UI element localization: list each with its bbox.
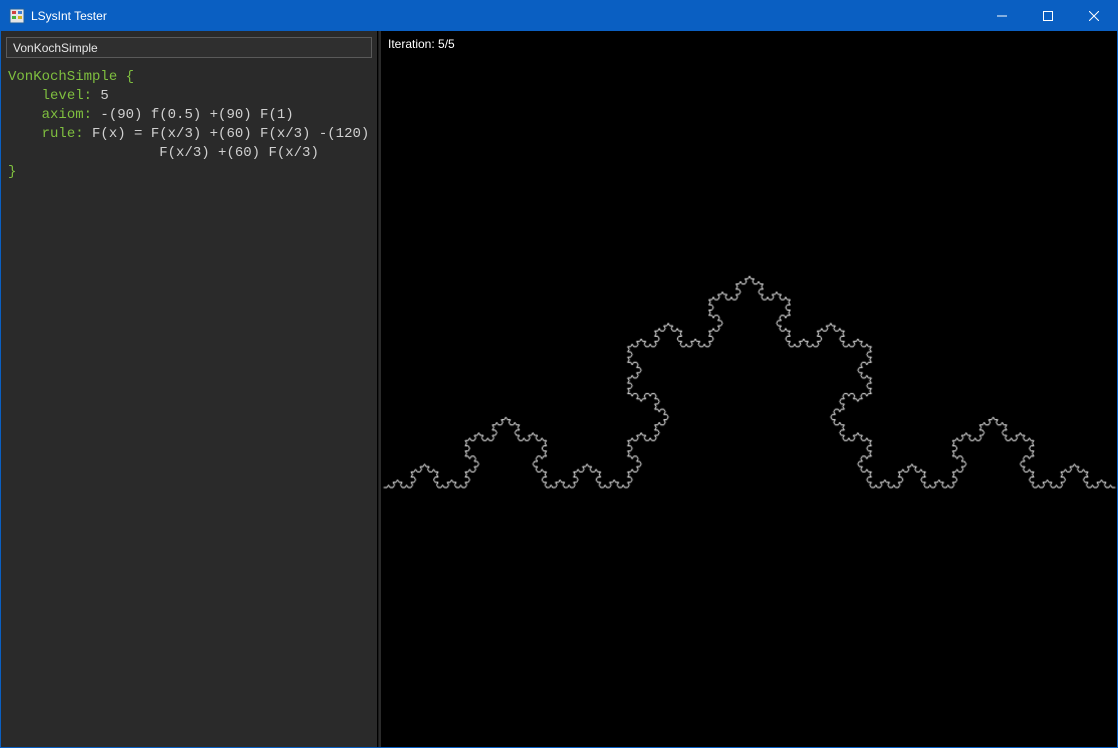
system-selector-value: VonKochSimple [13,41,98,55]
code-axiom-key: axiom: [42,107,92,123]
code-level-value: 5 [92,88,109,104]
client-area: VonKochSimple VonKochSimple { level: 5 a… [1,31,1117,747]
system-selector[interactable]: VonKochSimple [6,37,372,58]
left-pane: VonKochSimple VonKochSimple { level: 5 a… [1,31,378,747]
code-rule-key: rule: [42,126,84,142]
code-level-key: level: [42,88,92,104]
code-indent [8,126,42,142]
app-icon [9,8,25,24]
code-indent [8,107,42,123]
code-indent-rule2 [8,145,159,161]
maximize-button[interactable] [1025,1,1071,31]
close-button[interactable] [1071,1,1117,31]
code-axiom-value: -(90) f(0.5) +(90) F(1) [92,107,294,123]
code-rule-line2: F(x/3) +(60) F(x/3) [159,145,319,161]
window-title: LSysInt Tester [31,9,107,23]
minimize-button[interactable] [979,1,1025,31]
titlebar[interactable]: LSysInt Tester [1,1,1117,31]
render-pane: Iteration: 5/5 [382,31,1117,747]
code-close-brace: } [8,164,16,180]
app-window: LSysInt Tester VonKochSimple VonKochSimp… [0,0,1118,748]
code-rule-line1: F(x) = F(x/3) +(60) F(x/3) -(120) [84,126,370,142]
code-open-brace: { [117,69,134,85]
code-indent [8,88,42,104]
code-system-name: VonKochSimple [8,69,117,85]
window-controls [979,1,1117,31]
fractal-canvas[interactable] [382,31,1117,747]
code-editor[interactable]: VonKochSimple { level: 5 axiom: -(90) f(… [6,64,372,742]
